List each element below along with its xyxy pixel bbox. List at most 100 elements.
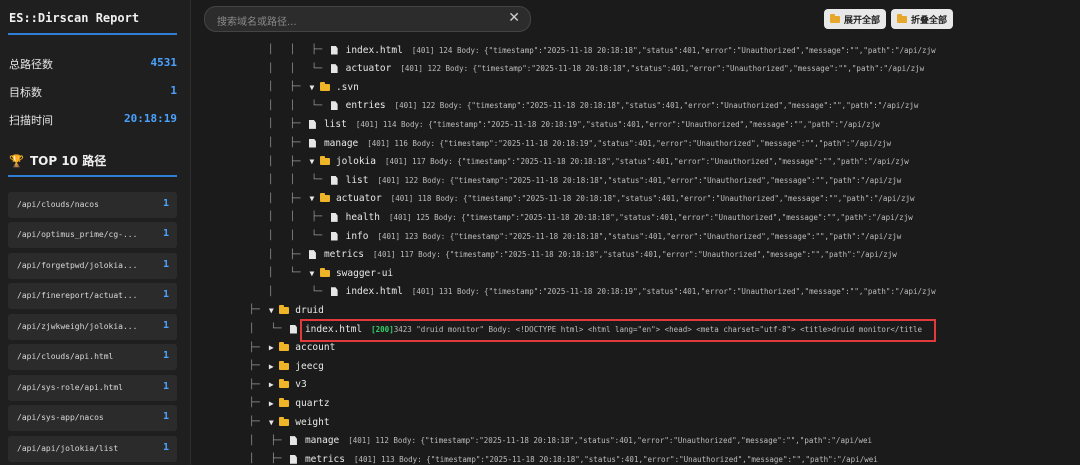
file-name: info <box>345 230 369 242</box>
tree-file-row[interactable]: │ ├─ manage [401] 116 Body: {"timestamp":… <box>268 134 891 152</box>
expand-all-button[interactable]: 展开全部 <box>824 9 887 29</box>
tree-file-row[interactable]: │ └─ index.html [401] 131 Body: {"timesta… <box>268 283 936 301</box>
top-path-item[interactable]: /api/clouds/api.html 1 <box>8 344 177 370</box>
file-name: entries <box>345 100 386 112</box>
caret-down-icon[interactable]: ▼ <box>306 269 318 278</box>
response-meta: [401] 114 Body: {"timestamp":"2025-11-18… <box>355 119 880 129</box>
tree-guide: │ ├─ <box>268 249 306 260</box>
top-path-count: 1 <box>162 259 169 270</box>
caret-down-icon[interactable]: ▼ <box>306 157 318 166</box>
file-name: manage <box>304 435 340 447</box>
tree-file-row[interactable]: │ │ └─ entries [401] 122 Body: {"timestam… <box>268 97 918 115</box>
folder-name: swagger-ui <box>335 267 394 279</box>
sidebar: ES::Dirscan Report 总路径数 4531 目标数 1 扫描时间 … <box>0 0 191 465</box>
file-name: health <box>345 211 380 223</box>
caret-right-icon[interactable]: ▶ <box>265 362 277 371</box>
top-path-item[interactable]: /api/sys-app/nacos 1 <box>8 405 177 431</box>
tree-folder-row[interactable]: ├─ ▶ v3 <box>249 376 316 394</box>
file-name: metrics <box>323 249 364 261</box>
tree-file-row[interactable]: │ ├─ list [401] 114 Body: {"timestamp":"2… <box>268 115 880 133</box>
tree-folder-row[interactable]: │ ├─ ▼ jolokia [401] 117 Body: {"timestamp… <box>268 153 909 171</box>
tree-guide: ├─ <box>249 342 266 353</box>
tree-guide: │ └─ <box>268 268 306 279</box>
file-icon <box>330 45 338 55</box>
response-meta: [401] 113 Body: {"timestamp":"2025-11-18… <box>353 454 878 464</box>
stat-value-scan-time: 20:18:19 <box>124 112 177 125</box>
caret-down-icon[interactable]: ▼ <box>265 418 277 427</box>
tree-folder-row[interactable]: ├─ ▼ weight <box>249 413 339 431</box>
file-icon <box>330 64 338 74</box>
tree-guide: │ │ ├─ <box>268 212 328 223</box>
tree-guide: │ │ └─ <box>268 231 328 241</box>
search-input[interactable]: 搜索域名或路径... ✕ <box>204 6 531 32</box>
response-meta: 3423 "druid monitor" Body: <!DOCTYPE htm… <box>393 324 923 334</box>
tree-file-row[interactable]: │ ├─ manage [401] 112 Body: {"timestamp":… <box>249 432 872 450</box>
tree-file-row[interactable]: │ │ └─ info [401] 123 Body: {"timestamp":… <box>268 227 901 245</box>
folder-name: weight <box>295 416 330 428</box>
top-path-label: /api/api/jolokia/list <box>17 444 119 453</box>
folder-icon <box>830 13 840 23</box>
tree-folder-row[interactable]: ├─ ▶ quartz <box>249 394 339 412</box>
caret-right-icon[interactable]: ▶ <box>265 399 277 408</box>
top-path-item[interactable]: /api/forgetpwd/jolokia... 1 <box>8 253 177 279</box>
top10-title: TOP 10 路径 <box>29 154 107 168</box>
collapse-all-button[interactable]: 折叠全部 <box>891 9 954 29</box>
file-icon <box>330 212 338 222</box>
top-path-count: 1 <box>162 442 169 453</box>
response-meta: [401] 122 Body: {"timestamp":"2025-11-18… <box>394 101 919 111</box>
tree-file-row[interactable]: │ │ └─ actuator [401] 122 Body: {"timesta… <box>268 60 924 78</box>
tree-file-row[interactable]: │ │ └─ list [401] 122 Body: {"timestamp":… <box>268 171 901 189</box>
tree-file-row[interactable]: │ ├─ metrics [401] 117 Body: {"timestamp"… <box>268 246 897 264</box>
top-path-item[interactable]: /api/api/jolokia/list 1 <box>8 436 177 462</box>
file-icon <box>289 454 297 464</box>
top-path-label: /api/forgetpwd/jolokia... <box>17 261 138 270</box>
file-name: list <box>323 118 347 130</box>
status-badge: [200] <box>371 324 394 334</box>
file-name: metrics <box>304 453 345 465</box>
top-path-item[interactable]: /api/optimus_prime/cg-... 1 <box>8 222 177 248</box>
stat-value-total-paths: 4531 <box>150 56 178 69</box>
tree-file-row[interactable]: │ └─ index.html [200] 3423 "druid monitor… <box>249 320 922 338</box>
collapse-all-label: 折叠全部 <box>911 15 948 26</box>
top-path-item[interactable]: /api/finereport/actuat... 1 <box>8 283 177 309</box>
top-path-count: 1 <box>162 198 169 209</box>
tree-file-row[interactable]: │ │ ├─ health [401] 125 Body: {"timestamp… <box>268 208 913 226</box>
top-path-item[interactable]: /api/zjwkweigh/jolokia... 1 <box>8 314 177 340</box>
tree-guide: ├─ <box>249 417 266 427</box>
tree-folder-row[interactable]: ├─ ▶ account <box>249 339 344 357</box>
top-path-label: /api/sys-role/api.html <box>17 383 123 392</box>
tree-folder-row[interactable]: │ └─ ▼ swagger-ui <box>268 264 402 282</box>
caret-right-icon[interactable]: ▶ <box>265 343 277 352</box>
caret-down-icon[interactable]: ▼ <box>306 83 318 92</box>
caret-down-icon[interactable]: ▼ <box>265 306 277 315</box>
caret-right-icon[interactable]: ▶ <box>265 380 277 389</box>
caret-down-icon[interactable]: ▼ <box>306 194 318 203</box>
tree-file-row[interactable]: │ │ ├─ index.html [401] 124 Body: {"times… <box>268 41 936 59</box>
tree-folder-row[interactable]: ├─ ▶ jeecg <box>249 357 333 375</box>
file-name: list <box>345 174 369 186</box>
response-meta: [401] 112 Body: {"timestamp":"2025-11-18… <box>348 436 873 446</box>
folder-name: jeecg <box>295 360 324 372</box>
top-path-item[interactable]: /api/clouds/nacos 1 <box>8 192 177 218</box>
tree-guide: │ │ └─ <box>268 63 328 74</box>
file-icon <box>308 119 316 129</box>
top-path-item[interactable]: /api/sys-role/api.html 1 <box>8 375 177 401</box>
response-meta: [401] 131 Body: {"timestamp":"2025-11-18… <box>411 287 936 297</box>
tree-folder-row[interactable]: │ ├─ ▼ .svn <box>268 78 368 96</box>
folder-icon <box>897 13 907 23</box>
close-icon[interactable]: ✕ <box>508 10 520 26</box>
response-meta: [401] 122 Body: {"timestamp":"2025-11-18… <box>400 64 925 74</box>
tree-guide: │ └─ <box>249 324 287 334</box>
folder-icon <box>319 267 330 277</box>
report-title: ES::Dirscan Report <box>9 11 140 25</box>
search-placeholder: 搜索域名或路径... <box>217 17 297 28</box>
folder-icon <box>319 156 330 166</box>
file-icon <box>330 287 338 297</box>
tree-file-row[interactable]: │ ├─ metrics [401] 113 Body: {"timestamp"… <box>249 450 878 465</box>
folder-icon <box>279 304 290 314</box>
tree-folder-row[interactable]: ├─ ▼ druid <box>249 301 333 319</box>
top-path-count: 1 <box>162 320 169 331</box>
tree-folder-row[interactable]: │ ├─ ▼ actuator [401] 118 Body: {"timestam… <box>268 190 915 208</box>
stat-value-targets: 1 <box>170 84 177 97</box>
folder-name: jolokia <box>335 156 376 168</box>
